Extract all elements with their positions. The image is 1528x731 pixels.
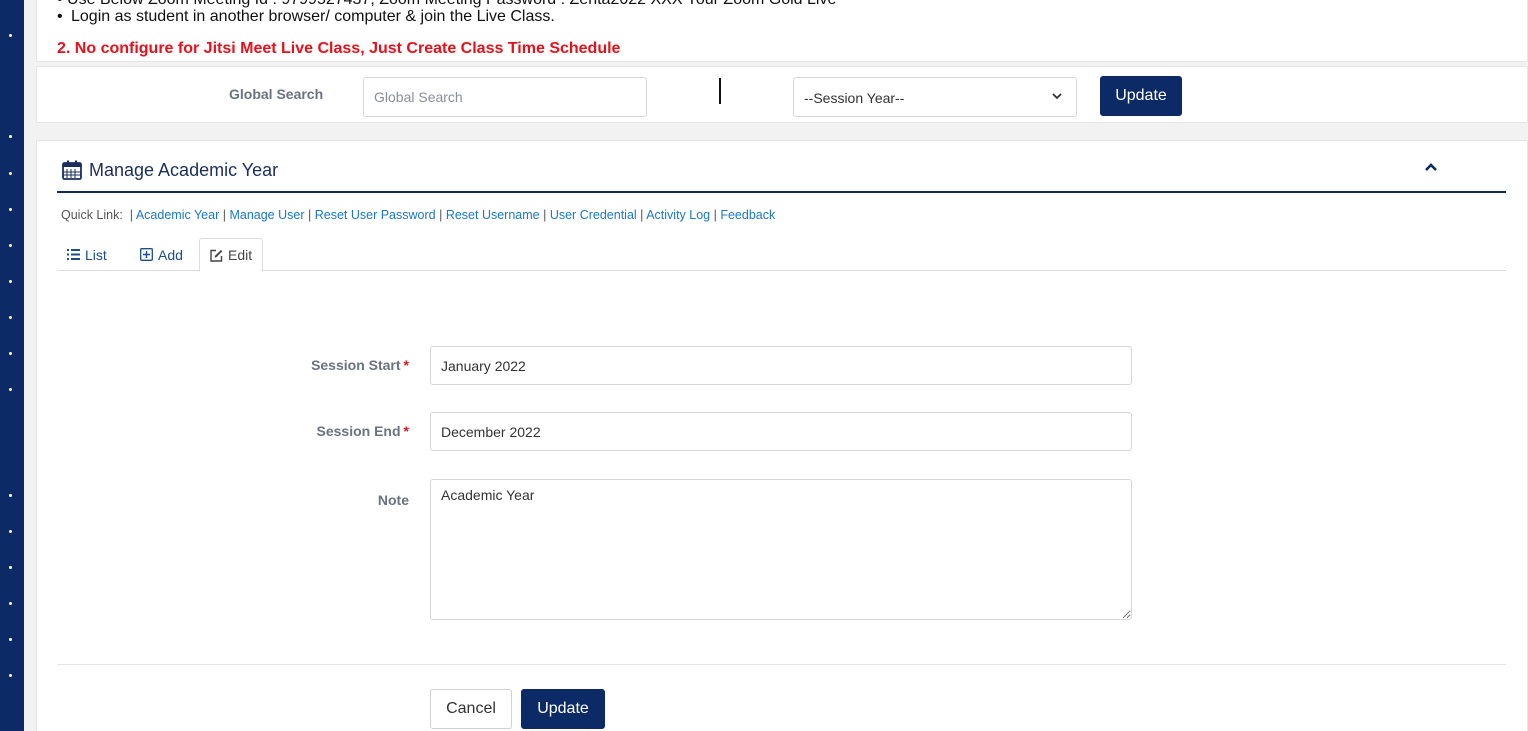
session-year-select[interactable]: --Session Year-- <box>793 77 1077 117</box>
notice-line-login-text: Login as student in another browser/ com… <box>71 8 555 25</box>
tab-add[interactable]: Add <box>130 238 193 271</box>
quicklink-activity-log[interactable]: Activity Log <box>646 208 710 222</box>
session-end-label-text: Session End <box>316 423 401 439</box>
plus-square-icon <box>140 248 153 261</box>
session-update-button[interactable]: Update <box>1100 76 1182 116</box>
sidebar-dot <box>9 638 12 641</box>
title-divider <box>57 191 1506 193</box>
update-button[interactable]: Update <box>521 689 605 729</box>
sidebar-dot <box>9 530 12 533</box>
tab-list[interactable]: List <box>57 238 117 271</box>
required-mark: * <box>403 423 409 439</box>
cancel-button[interactable]: Cancel <box>430 689 512 729</box>
sidebar-dot <box>9 172 12 175</box>
tab-bar: List Add Edit <box>57 238 1506 272</box>
required-mark: * <box>403 357 409 373</box>
quicklink-manage-user[interactable]: Manage User <box>229 208 304 222</box>
chevron-down-icon <box>1052 93 1062 100</box>
session-end-input[interactable] <box>430 412 1132 451</box>
quicklink-reset-username[interactable]: Reset Username <box>446 208 540 222</box>
note-label: Note <box>377 492 409 508</box>
sidebar-dot <box>9 674 12 677</box>
tab-list-label: List <box>85 246 107 263</box>
sidebar-dot <box>9 244 12 247</box>
chevron-up-icon[interactable] <box>1423 159 1439 175</box>
sidebar-dot <box>9 566 12 569</box>
list-icon <box>67 249 80 260</box>
tab-add-label: Add <box>158 246 183 263</box>
session-end-label: Session End * <box>209 423 409 439</box>
tab-edit[interactable]: Edit <box>199 238 264 272</box>
sidebar-dot <box>9 494 12 497</box>
quick-links: Quick Link: | Academic Year | Manage Use… <box>61 208 776 222</box>
global-search-bar: Global Search --Session Year-- Update <box>36 66 1528 123</box>
sidebar-dot <box>9 388 12 391</box>
quicklink-feedback[interactable]: Feedback <box>720 208 775 222</box>
text-cursor-divider <box>719 78 721 104</box>
panel-title-text: Manage Academic Year <box>89 159 279 180</box>
quick-links-label: Quick Link: <box>61 208 123 222</box>
form-divider <box>57 664 1506 665</box>
global-search-input[interactable] <box>363 77 647 117</box>
sidebar-dot <box>9 208 12 211</box>
tab-edit-label: Edit <box>228 247 253 263</box>
session-start-input[interactable] <box>430 346 1132 385</box>
note-textarea[interactable]: Academic Year <box>430 479 1132 620</box>
calendar-icon <box>62 160 82 180</box>
global-search-label: Global Search <box>229 86 324 102</box>
session-year-value: --Session Year-- <box>804 90 905 106</box>
edit-icon <box>210 249 223 262</box>
live-class-notice: • Use Below Zoom Meeting Id : 9799527437… <box>36 0 1528 62</box>
sidebar-dot <box>9 352 12 355</box>
panel-title: Manage Academic Year <box>61 159 278 181</box>
notice-line-login: • Login as student in another browser/ co… <box>57 8 555 25</box>
sidebar-dot <box>9 316 12 319</box>
sidebar-dot <box>9 34 12 37</box>
quicklink-reset-user-password[interactable]: Reset User Password <box>315 208 436 222</box>
sidebar-dot <box>9 280 12 283</box>
session-start-label-text: Session Start <box>311 357 401 373</box>
sidebar-dot <box>9 135 12 138</box>
quicklink-academic-year[interactable]: Academic Year <box>136 208 219 222</box>
left-sidebar <box>0 0 24 731</box>
session-start-label: Session Start * <box>209 357 409 373</box>
notice-warning: 2. No configure for Jitsi Meet Live Clas… <box>57 40 621 57</box>
quicklink-user-credential[interactable]: User Credential <box>550 208 637 222</box>
sidebar-dot <box>9 602 12 605</box>
manage-academic-year-panel: Manage Academic Year Quick Link: | Acade… <box>36 140 1528 731</box>
